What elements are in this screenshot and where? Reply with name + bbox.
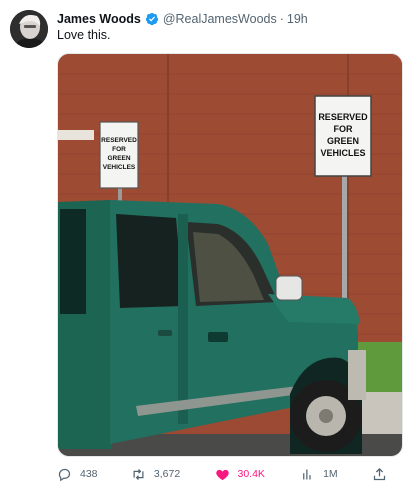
like-count: 30.4K	[237, 468, 265, 480]
sign-small-line-1: RESERVED	[101, 137, 137, 144]
sign-large-line-4: VEHICLES	[320, 148, 365, 158]
heart-icon	[215, 469, 229, 480]
sign-large-line-1: RESERVED	[318, 112, 368, 122]
avatar-image	[10, 10, 48, 48]
reply-icon	[58, 468, 71, 481]
separator-dot: ·	[279, 12, 284, 26]
share-button[interactable]	[372, 467, 395, 482]
sign-small-line-3: GREEN	[107, 155, 130, 162]
retweet-count: 3,672	[153, 468, 181, 480]
action-bar: 438 3,672 30.4K 1M	[57, 462, 403, 486]
photo-scene: RESERVED FOR GREEN VEHICLES RESERVED FOR…	[58, 54, 402, 456]
share-icon	[373, 467, 386, 480]
timestamp[interactable]: 19h	[287, 12, 308, 26]
sign-large-line-2: FOR	[334, 124, 353, 134]
view-count: 1M	[323, 468, 338, 480]
sign-small-line-4: VEHICLES	[103, 164, 136, 171]
sign-large: RESERVED FOR GREEN VEHICLES	[314, 95, 372, 177]
tweet-header: James Woods @RealJamesWoods · 19h	[57, 10, 408, 28]
reply-count: 438	[80, 468, 98, 480]
verified-badge-icon	[145, 12, 158, 26]
reply-button[interactable]: 438	[57, 467, 131, 482]
tweet-photo[interactable]: RESERVED FOR GREEN VEHICLES RESERVED FOR…	[57, 53, 403, 457]
sign-small-line-2: FOR	[112, 146, 126, 153]
wall-lamp	[58, 130, 94, 140]
views-button[interactable]: 1M	[300, 467, 372, 482]
tweet-text: Love this.	[57, 28, 111, 42]
author-handle[interactable]: @RealJamesWoods	[163, 12, 277, 26]
like-button[interactable]: 30.4K	[215, 467, 301, 482]
author-name[interactable]: James Woods	[57, 12, 141, 26]
retweet-icon	[133, 468, 144, 480]
analytics-icon	[303, 469, 311, 479]
avatar[interactable]	[10, 10, 48, 48]
sign-large-line-3: GREEN	[327, 136, 359, 146]
sign-small: RESERVED FOR GREEN VEHICLES	[99, 121, 139, 189]
retweet-button[interactable]: 3,672	[131, 467, 215, 482]
